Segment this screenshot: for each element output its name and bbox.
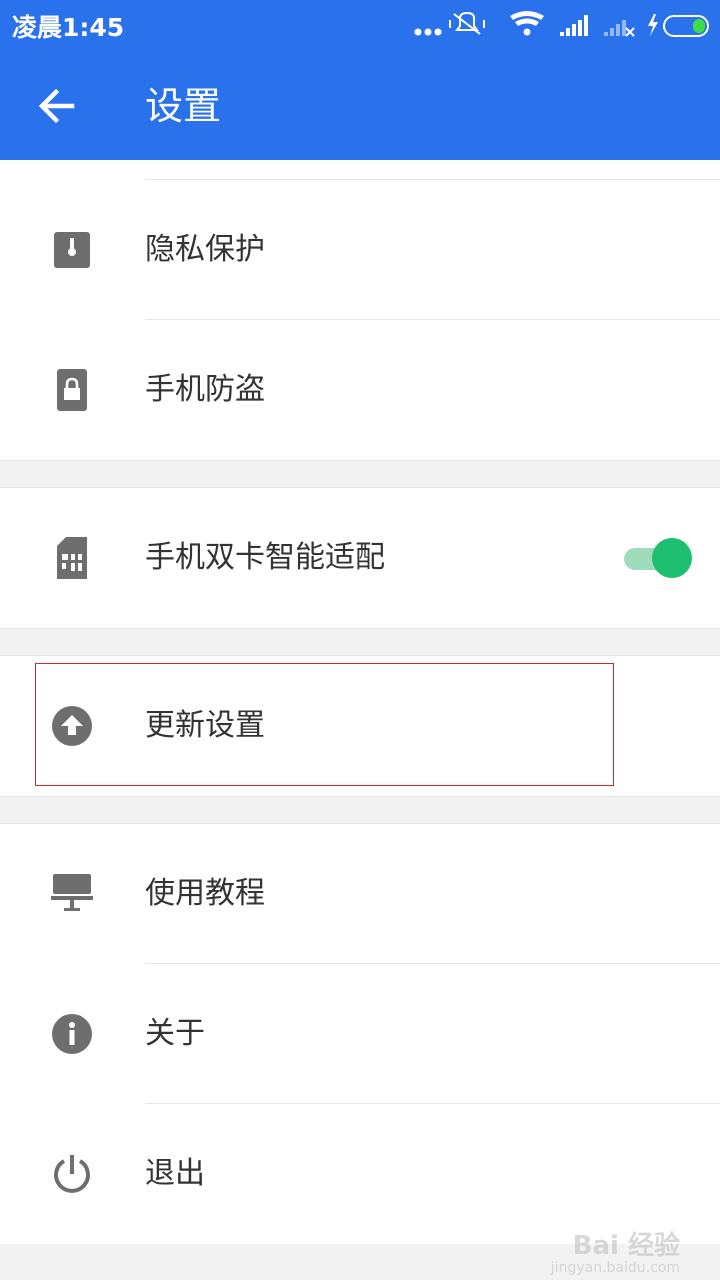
settings-item-tutorial[interactable]: 使用教程: [0, 824, 720, 964]
dual-sim-toggle[interactable]: [624, 538, 692, 578]
highlight-box: [35, 663, 614, 786]
status-icons: [414, 11, 709, 37]
settings-item-label: 隐私保护: [145, 232, 265, 267]
wifi-icon: [510, 11, 544, 36]
list-top-strip: [0, 160, 720, 180]
more-dots-icon: [414, 28, 442, 36]
back-button[interactable]: [30, 80, 82, 132]
battery-icon: [663, 15, 709, 37]
settings-item-dual-sim[interactable]: 手机双卡智能适配: [0, 488, 720, 628]
status-bar: 凌晨1:45: [0, 0, 720, 50]
phone-lock-icon: [57, 369, 87, 411]
section-gap: [0, 628, 720, 656]
settings-item-about[interactable]: 关于: [0, 964, 720, 1104]
privacy-lock-icon: [54, 232, 90, 268]
toolbar: 设置: [0, 50, 720, 160]
info-icon: [52, 1014, 92, 1054]
settings-item-label: 退出: [145, 1156, 205, 1191]
settings-item-label: 关于: [145, 1016, 205, 1051]
watermark-text: Bai 经验: [572, 1231, 680, 1261]
power-icon: [54, 1155, 90, 1193]
app-header: 凌晨1:45 设置: [0, 0, 720, 160]
signal-icon: [560, 15, 588, 36]
watermark-sub: jingyan.baidu.com: [550, 1260, 680, 1276]
section-gap: [0, 460, 720, 488]
status-time: 凌晨1:45: [12, 13, 125, 42]
settings-item-label: 使用教程: [145, 876, 265, 911]
settings-list: 隐私保护 手机防盗 手机双卡智能适配 更新设置 使用教程 关于 退出: [0, 160, 720, 1244]
arrow-left-icon: [38, 88, 75, 124]
section-gap: [0, 796, 720, 824]
monitor-icon: [51, 874, 93, 911]
settings-item-label: 手机双卡智能适配: [145, 540, 385, 575]
settings-item-exit[interactable]: 退出: [0, 1104, 720, 1244]
toggle-knob: [652, 538, 692, 578]
mute-vibrate-icon: [449, 11, 485, 35]
settings-item-label: 手机防盗: [145, 372, 265, 407]
charging-icon: [648, 14, 658, 36]
signal-no-sim-icon: [604, 20, 635, 37]
settings-item-update[interactable]: 更新设置: [0, 656, 720, 796]
settings-item-privacy[interactable]: 隐私保护: [0, 180, 720, 320]
page-title: 设置: [145, 84, 222, 128]
settings-item-anti-theft[interactable]: 手机防盗: [0, 320, 720, 460]
sim-card-icon: [57, 537, 87, 579]
